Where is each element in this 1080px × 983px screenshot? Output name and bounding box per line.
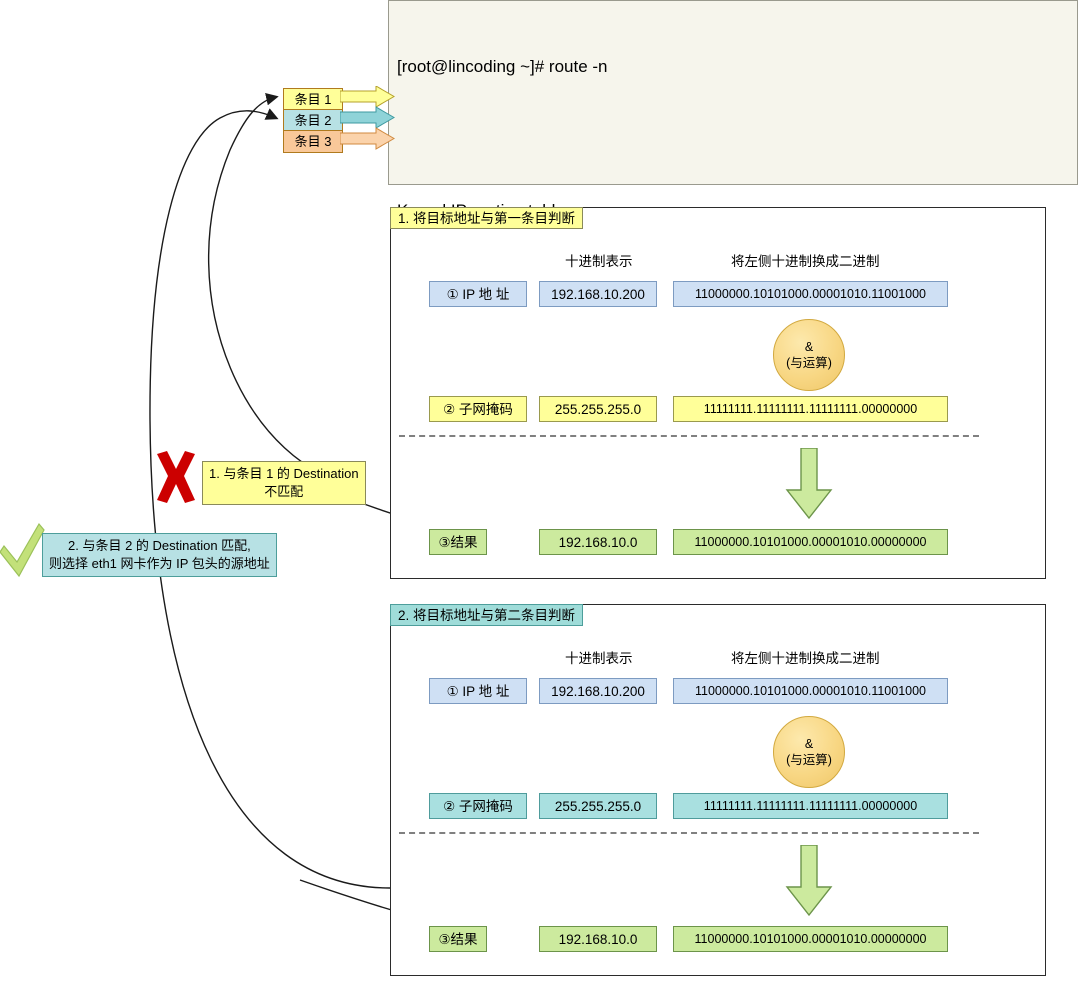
panel-1-row-1-decimal: 192.168.10.200 [539,281,657,307]
panel-1-and-symbol: & [804,340,814,354]
entry-label-2[interactable]: 条目 2 [284,110,342,131]
panel-1-row-3-binary: 11000000.10101000.00001010.00000000 [673,529,948,555]
entry-arrow-2-icon [340,106,395,129]
entry-arrow-3-icon [340,127,395,150]
routing-entry-legend: 条目 1 条目 2 条目 3 [283,88,343,153]
panel-1-and-label: (与运算) [786,356,832,370]
panel-2-row-1-label: ① IP 地 址 [429,678,527,704]
panel-1-row-2-binary: 11111111.11111111.11111111.00000000 [673,396,948,422]
panel-2-row-2-label: ② 子网掩码 [429,793,527,819]
callout-entry-1-mismatch: 1. 与条目 1 的 Destination 不匹配 [202,461,366,505]
terminal-prompt-line: [root@lincoding ~]# route -n [397,57,608,76]
panel-1-row-2-decimal: 255.255.255.0 [539,396,657,422]
callout-1-line-2: 不匹配 [264,484,304,499]
connector-to-entry-1 [207,92,361,487]
panel-1-row-3-decimal: 192.168.10.0 [539,529,657,555]
panel-1-col-head-binary: 将左侧十进制换成二进制 [731,254,880,269]
callout-2-line-2: 则选择 eth1 网卡作为 IP 包头的源地址 [49,556,270,571]
panel-1-title: 1. 将目标地址与第一条目判断 [390,207,584,229]
panel-2-row-2-binary: 11111111.11111111.11111111.00000000 [673,793,948,819]
panel-2-row-3-binary: 11000000.10101000.00001010.00000000 [673,926,948,952]
panel-2-result-arrow-icon [785,845,833,917]
panel-2-row-3-decimal: 192.168.10.0 [539,926,657,952]
entry-pointer-arrows [340,86,395,150]
analysis-panel-2: 2. 将目标地址与第二条目判断 十进制表示 将左侧十进制换成二进制 ① IP 地… [390,604,1046,976]
panel-2-and-label: (与运算) [786,753,832,767]
panel-2-col-head-decimal: 十进制表示 [565,651,633,666]
panel-1-divider [399,435,979,437]
panel-2-row-1-decimal: 192.168.10.200 [539,678,657,704]
panel-1-row-1-binary: 11000000.10101000.00001010.11001000 [673,281,948,307]
callout-1-line-1: 1. 与条目 1 的 Destination [209,466,359,481]
panel-2-row-1-binary: 11000000.10101000.00001010.11001000 [673,678,948,704]
panel-2-divider [399,832,979,834]
entry-arrow-1-icon [340,86,395,108]
panel-2-and-operator: & (与运算) [773,716,845,788]
panel-2-row-3-label: ③结果 [429,926,487,952]
panel-1-row-3-label: ③结果 [429,529,487,555]
terminal-output-panel: [root@lincoding ~]# route -n Kernel IP r… [388,0,1078,508]
panel-1-row-2-label: ② 子网掩码 [429,396,527,422]
entry-label-3[interactable]: 条目 3 [284,131,342,152]
panel-1-col-head-decimal: 十进制表示 [565,254,633,269]
callout-entry-2-match: 2. 与条目 2 的 Destination 匹配, 则选择 eth1 网卡作为… [42,533,277,577]
callout-2-line-1: 2. 与条目 2 的 Destination 匹配, [68,538,251,553]
entry-label-1[interactable]: 条目 1 [284,89,342,110]
panel-2-and-symbol: & [804,737,814,751]
panel-2-title: 2. 将目标地址与第二条目判断 [390,604,584,626]
check-mark-icon [0,522,45,578]
panel-1-result-arrow-icon [785,448,833,520]
analysis-panel-1: 1. 将目标地址与第一条目判断 十进制表示 将左侧十进制换成二进制 ① IP 地… [390,207,1046,579]
cross-mark-icon [157,451,195,503]
panel-2-row-2-decimal: 255.255.255.0 [539,793,657,819]
panel-2-col-head-binary: 将左侧十进制换成二进制 [731,651,880,666]
panel-1-row-1-label: ① IP 地 址 [429,281,527,307]
panel-1-and-operator: & (与运算) [773,319,845,391]
